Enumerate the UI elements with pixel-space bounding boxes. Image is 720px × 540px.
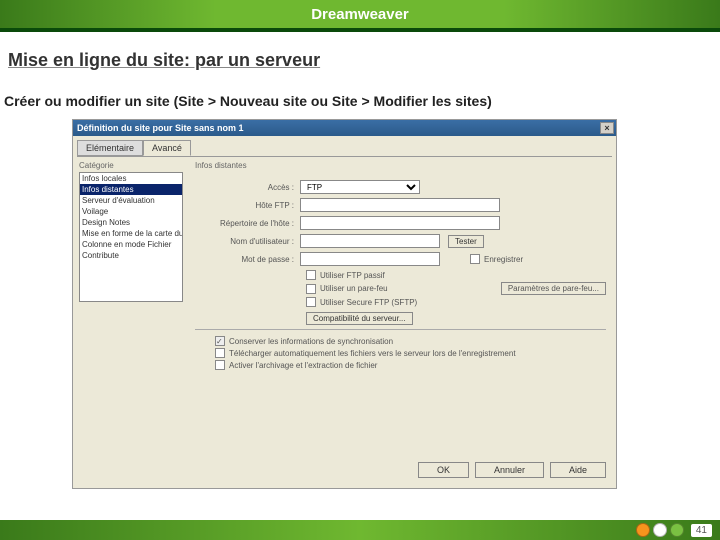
list-item[interactable]: Contribute [80, 250, 182, 261]
passive-ftp-label: Utiliser FTP passif [320, 271, 385, 280]
app-title: Dreamweaver [311, 6, 409, 23]
dialog-tabs: Elémentaire Avancé [73, 136, 616, 156]
remote-info-label: Infos distantes [195, 161, 606, 170]
tab-basic[interactable]: Elémentaire [77, 140, 143, 156]
footer-band: 41 [0, 520, 720, 540]
category-list[interactable]: Infos locales Infos distantes Serveur d'… [79, 172, 183, 302]
checkout-label: Activer l'archivage et l'extraction de f… [229, 361, 377, 370]
server-compat-button[interactable]: Compatibilité du serveur... [306, 312, 413, 325]
host-folder-label: Répertoire de l'hôte : [195, 219, 300, 228]
dialog-title: Définition du site pour Site sans nom 1 [77, 123, 244, 133]
list-item[interactable]: Colonne en mode Fichier [80, 239, 182, 250]
remote-info-panel: Infos distantes Accès : FTP Hôte FTP : R… [187, 157, 612, 456]
host-folder-input[interactable] [300, 216, 500, 230]
password-input[interactable] [300, 252, 440, 266]
checkout-checkbox[interactable] [215, 360, 225, 370]
login-input[interactable] [300, 234, 440, 248]
site-definition-dialog: Définition du site pour Site sans nom 1 … [72, 119, 617, 489]
header-band: Dreamweaver [0, 0, 720, 32]
divider [195, 329, 606, 330]
list-item[interactable]: Infos distantes [80, 184, 182, 195]
save-password-checkbox[interactable] [470, 254, 480, 264]
dot-icon [653, 523, 667, 537]
save-password-label: Enregistrer [484, 255, 523, 264]
list-item[interactable]: Design Notes [80, 217, 182, 228]
auto-upload-checkbox[interactable] [215, 348, 225, 358]
dot-icon [636, 523, 650, 537]
ftp-host-label: Hôte FTP : [195, 201, 300, 210]
sync-checkbox[interactable]: ✓ [215, 336, 225, 346]
close-icon[interactable]: × [600, 122, 614, 134]
list-item[interactable]: Voilage [80, 206, 182, 217]
dialog-titlebar: Définition du site pour Site sans nom 1 … [73, 120, 616, 136]
login-label: Nom d'utilisateur : [195, 237, 300, 246]
page-number: 41 [691, 524, 712, 537]
category-column: Catégorie Infos locales Infos distantes … [77, 157, 187, 456]
access-label: Accès : [195, 183, 300, 192]
slide-subtitle: Créer ou modifier un site (Site > Nouvea… [0, 75, 720, 119]
list-item[interactable]: Mise en forme de la carte du site [80, 228, 182, 239]
auto-upload-label: Télécharger automatiquement les fichiers… [229, 349, 516, 358]
dot-icon [670, 523, 684, 537]
tab-advanced[interactable]: Avancé [143, 140, 191, 156]
sftp-checkbox[interactable] [306, 297, 316, 307]
dialog-button-row: OK Annuler Aide [73, 456, 616, 478]
help-button[interactable]: Aide [550, 462, 606, 478]
cancel-button[interactable]: Annuler [475, 462, 544, 478]
ok-button[interactable]: OK [418, 462, 469, 478]
dialog-body: Catégorie Infos locales Infos distantes … [77, 156, 612, 456]
sftp-label: Utiliser Secure FTP (SFTP) [320, 298, 417, 307]
firewall-checkbox[interactable] [306, 284, 316, 294]
sync-label: Conserver les informations de synchronis… [229, 337, 393, 346]
list-item[interactable]: Serveur d'évaluation [80, 195, 182, 206]
ftp-host-input[interactable] [300, 198, 500, 212]
slide-title: Mise en ligne du site: par un serveur [0, 32, 720, 75]
firewall-label: Utiliser un pare-feu [320, 284, 388, 293]
access-select[interactable]: FTP [300, 180, 420, 194]
test-button[interactable]: Tester [448, 235, 484, 248]
category-label: Catégorie [79, 161, 183, 170]
passive-ftp-checkbox[interactable] [306, 270, 316, 280]
password-label: Mot de passe : [195, 255, 300, 264]
firewall-settings-button[interactable]: Paramètres de pare-feu... [501, 282, 606, 295]
list-item[interactable]: Infos locales [80, 173, 182, 184]
